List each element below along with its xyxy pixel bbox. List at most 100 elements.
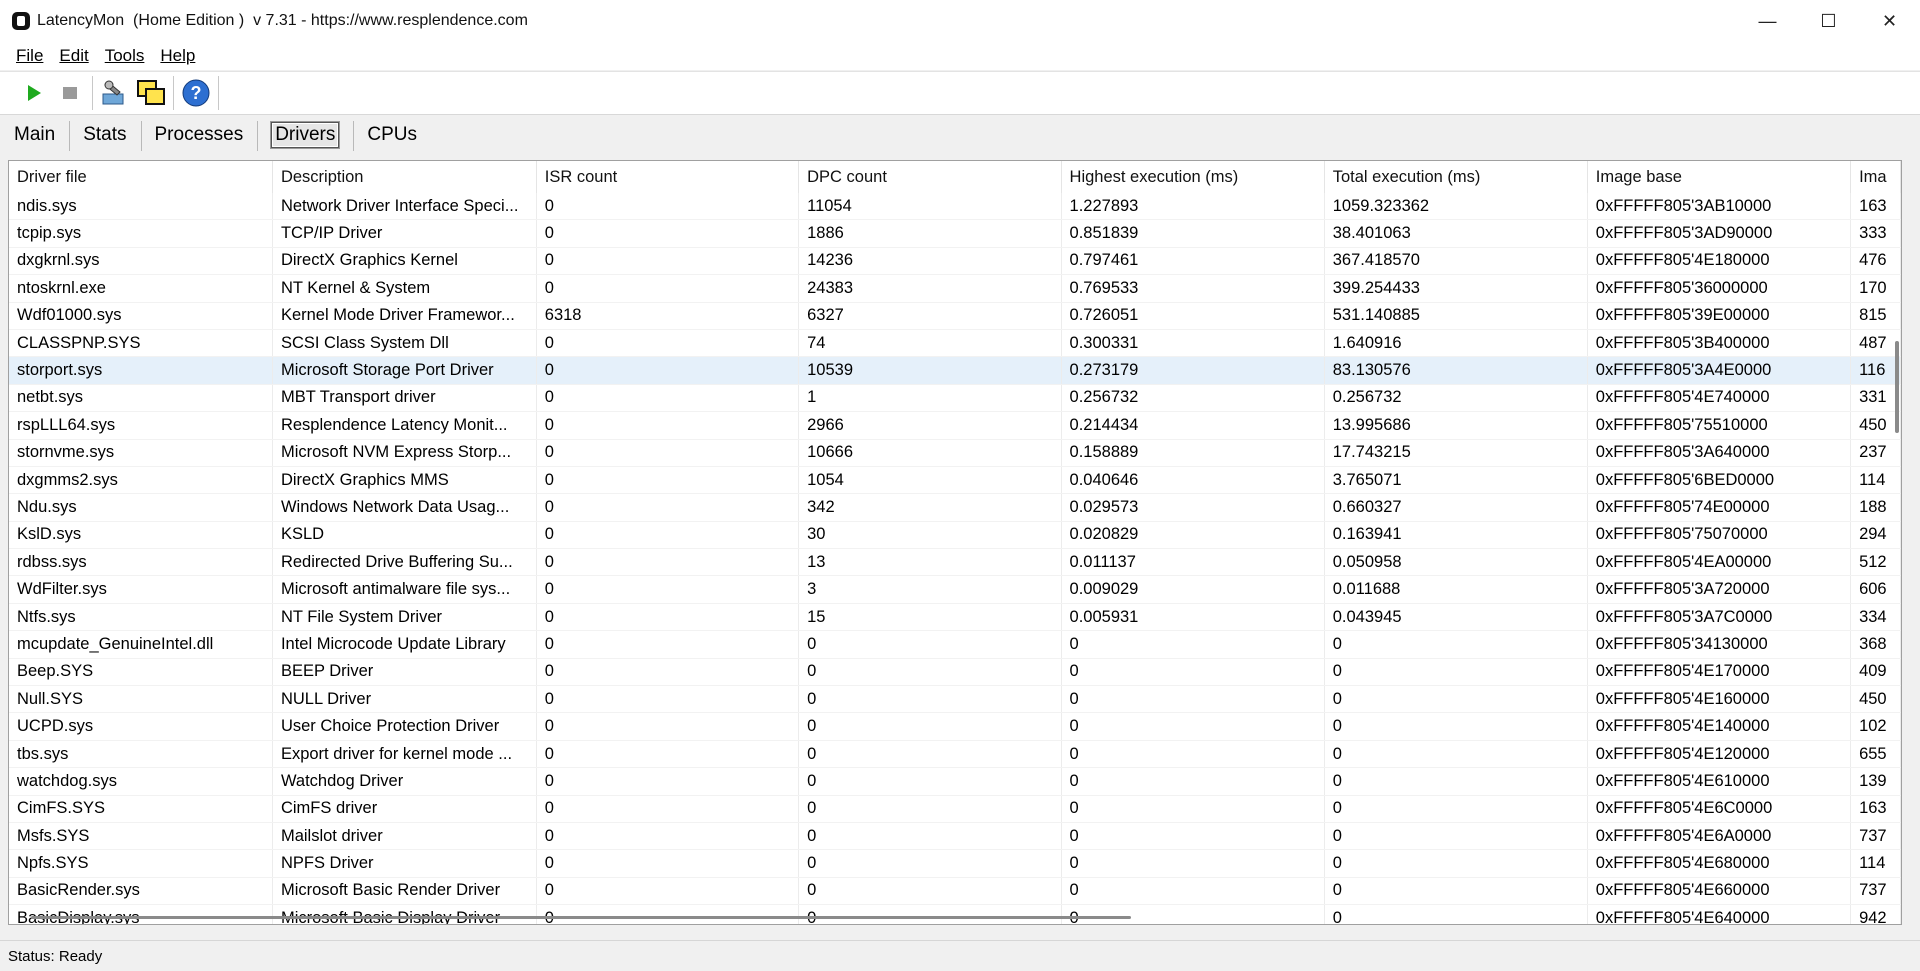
table-cell: 0xFFFFF805'4E6C0000	[1587, 795, 1852, 823]
table-row[interactable]: BasicDisplay.sys Microsoft Basic Display …	[9, 904, 1901, 924]
table-cell: Ndu.sys	[9, 493, 273, 522]
table-row[interactable]: UCPD.sys User Choice Protection Driver 0 0 0…	[9, 712, 1901, 741]
table-cell: 0xFFFFF805'4E680000	[1587, 849, 1852, 878]
table-row[interactable]: netbt.sys MBT Transport driver 0 1 0.256732 0…	[9, 384, 1901, 413]
tab-stats[interactable]: Stats	[69, 119, 142, 151]
table-cell: 0xFFFFF805'75070000	[1587, 521, 1852, 550]
stop-button[interactable]	[52, 75, 88, 111]
table-row[interactable]: Ndu.sys Windows Network Data Usag... 0 342 0…	[9, 493, 1901, 522]
table-cell: 0	[536, 521, 800, 550]
horizontal-scrollbar[interactable]	[31, 916, 1131, 919]
help-icon: ?	[182, 79, 210, 107]
table-row[interactable]: Beep.SYS BEEP Driver 0 0 0 0 0xFFFFF805'4E1700…	[9, 658, 1901, 687]
table-row[interactable]: tcpip.sys TCP/IP Driver 0 1886 0.851839 38.40…	[9, 219, 1901, 248]
menu-edit[interactable]: Edit	[51, 46, 96, 66]
table-cell: 1054	[798, 466, 1062, 495]
table-cell: 0	[1061, 712, 1325, 741]
table-row[interactable]: dxgmms2.sys DirectX Graphics MMS 0 1054 0.04…	[9, 466, 1901, 495]
table-row[interactable]: WdFilter.sys Microsoft antimalware file s…	[9, 575, 1901, 604]
table-row[interactable]: storport.sys Microsoft Storage Port Drive…	[9, 356, 1901, 385]
table-cell: rdbss.sys	[9, 548, 273, 577]
windows-button[interactable]	[133, 75, 169, 111]
table-cell: 737	[1850, 877, 1901, 906]
help-button[interactable]: ?	[178, 75, 214, 111]
start-button[interactable]	[16, 75, 52, 111]
table-row[interactable]: stornvme.sys Microsoft NVM Express Storp.…	[9, 439, 1901, 467]
menu-tools[interactable]: Tools	[97, 46, 153, 66]
table-row[interactable]: watchdog.sys Watchdog Driver 0 0 0 0 0xFFFFF80…	[9, 767, 1901, 796]
minimize-button[interactable]: —	[1737, 0, 1798, 42]
table-cell: 0	[536, 193, 800, 221]
tab-processes[interactable]: Processes	[141, 119, 258, 151]
column-header[interactable]: Driver file	[9, 161, 273, 193]
table-row[interactable]: tbs.sys Export driver for kernel mode ...…	[9, 740, 1901, 769]
table-row[interactable]: KslD.sys KSLD 0 30 0.020829 0.163941 0xFFFFF80…	[9, 521, 1901, 550]
play-icon	[28, 85, 41, 101]
table-cell: 0xFFFFF805'4EA00000	[1587, 548, 1852, 577]
table-row[interactable]: dxgkrnl.sys DirectX Graphics Kernel 0 14236…	[9, 247, 1901, 276]
table-cell: 0	[798, 849, 1062, 878]
tab-drivers[interactable]: Drivers	[257, 119, 355, 151]
column-header[interactable]: Description	[272, 161, 537, 193]
table-row[interactable]: Npfs.SYS NPFS Driver 0 0 0 0 0xFFFFF805'4E6800…	[9, 849, 1901, 878]
app-icon	[12, 12, 30, 30]
table-row[interactable]: CimFS.SYS CimFS driver 0 0 0 0 0xFFFFF805'4E6C…	[9, 795, 1901, 823]
tab-main[interactable]: Main	[0, 119, 71, 151]
menu-help[interactable]: Help	[152, 46, 203, 66]
table-row[interactable]: BasicRender.sys Microsoft Basic Render Dr…	[9, 877, 1901, 906]
table-row[interactable]: mcupdate_GenuineIntel.dll Intel Microcode…	[9, 630, 1901, 659]
column-header[interactable]: Ima	[1850, 161, 1901, 193]
menu-file[interactable]: File	[8, 46, 51, 66]
maximize-button[interactable]: ☐	[1798, 0, 1859, 42]
table-cell: 0.851839	[1061, 219, 1325, 248]
column-header[interactable]: Image base	[1587, 161, 1852, 193]
table-cell: 409	[1850, 658, 1901, 687]
table-row[interactable]: rdbss.sys Redirected Drive Buffering Su..…	[9, 548, 1901, 577]
table-cell: 0	[1324, 767, 1588, 796]
vertical-scrollbar[interactable]	[1895, 341, 1899, 433]
table-cell: 0.043945	[1324, 603, 1588, 632]
table-cell: 512	[1850, 548, 1901, 577]
table-cell: NT File System Driver	[272, 603, 537, 632]
table-row[interactable]: ndis.sys Network Driver Interface Speci..…	[9, 193, 1901, 221]
table-cell: 0	[536, 767, 800, 796]
table-cell: 0xFFFFF805'4E640000	[1587, 904, 1852, 924]
table-cell: 114	[1850, 849, 1901, 878]
table-cell: 0.797461	[1061, 247, 1325, 276]
table-cell: 0	[536, 274, 800, 303]
table-cell: 0xFFFFF805'3A640000	[1587, 439, 1852, 467]
table-cell: 0xFFFFF805'39E00000	[1587, 302, 1852, 330]
table-row[interactable]: rspLLL64.sys Resplendence Latency Monit..…	[9, 411, 1901, 440]
table-row[interactable]: Wdf01000.sys Kernel Mode Driver Framewor.…	[9, 302, 1901, 330]
table-cell: 0.011137	[1061, 548, 1325, 577]
table-row[interactable]: Msfs.SYS Mailslot driver 0 0 0 0 0xFFFFF805'4E…	[9, 822, 1901, 851]
table-cell: 0	[536, 247, 800, 276]
table-cell: 0	[798, 877, 1062, 906]
table-cell: 0	[1324, 795, 1588, 823]
table-cell: CimFS.SYS	[9, 795, 273, 823]
tab-cpus[interactable]: CPUs	[353, 119, 431, 151]
table-cell: 0	[536, 219, 800, 248]
table-cell: 450	[1850, 685, 1901, 714]
column-header[interactable]: Total execution (ms)	[1324, 161, 1588, 193]
windows-icon	[137, 80, 165, 105]
column-header[interactable]: DPC count	[798, 161, 1062, 193]
table-cell: 10539	[798, 356, 1062, 385]
table-cell: 333	[1850, 219, 1901, 248]
table-row[interactable]: CLASSPNP.SYS SCSI Class System Dll 0 74 0.30…	[9, 329, 1901, 358]
column-header[interactable]: Highest execution (ms)	[1061, 161, 1325, 193]
table-cell: stornvme.sys	[9, 439, 273, 467]
table-cell: NULL Driver	[272, 685, 537, 714]
table-cell: 0	[798, 767, 1062, 796]
table-cell: Wdf01000.sys	[9, 302, 273, 330]
title-bar: LatencyMon (Home Edition ) v 7.31 - http…	[0, 0, 1920, 42]
column-header[interactable]: ISR count	[536, 161, 800, 193]
table-row[interactable]: Ntfs.sys NT File System Driver 0 15 0.005931…	[9, 603, 1901, 632]
table-row[interactable]: ntoskrnl.exe NT Kernel & System 0 24383 0.76…	[9, 274, 1901, 303]
tools-button[interactable]	[97, 75, 133, 111]
menu-help-label: Help	[160, 46, 196, 65]
table-cell: TCP/IP Driver	[272, 219, 537, 248]
table-row[interactable]: Null.SYS NULL Driver 0 0 0 0 0xFFFFF805'4E1600…	[9, 685, 1901, 714]
close-button[interactable]: ✕	[1859, 0, 1920, 42]
table-cell: storport.sys	[9, 356, 273, 385]
